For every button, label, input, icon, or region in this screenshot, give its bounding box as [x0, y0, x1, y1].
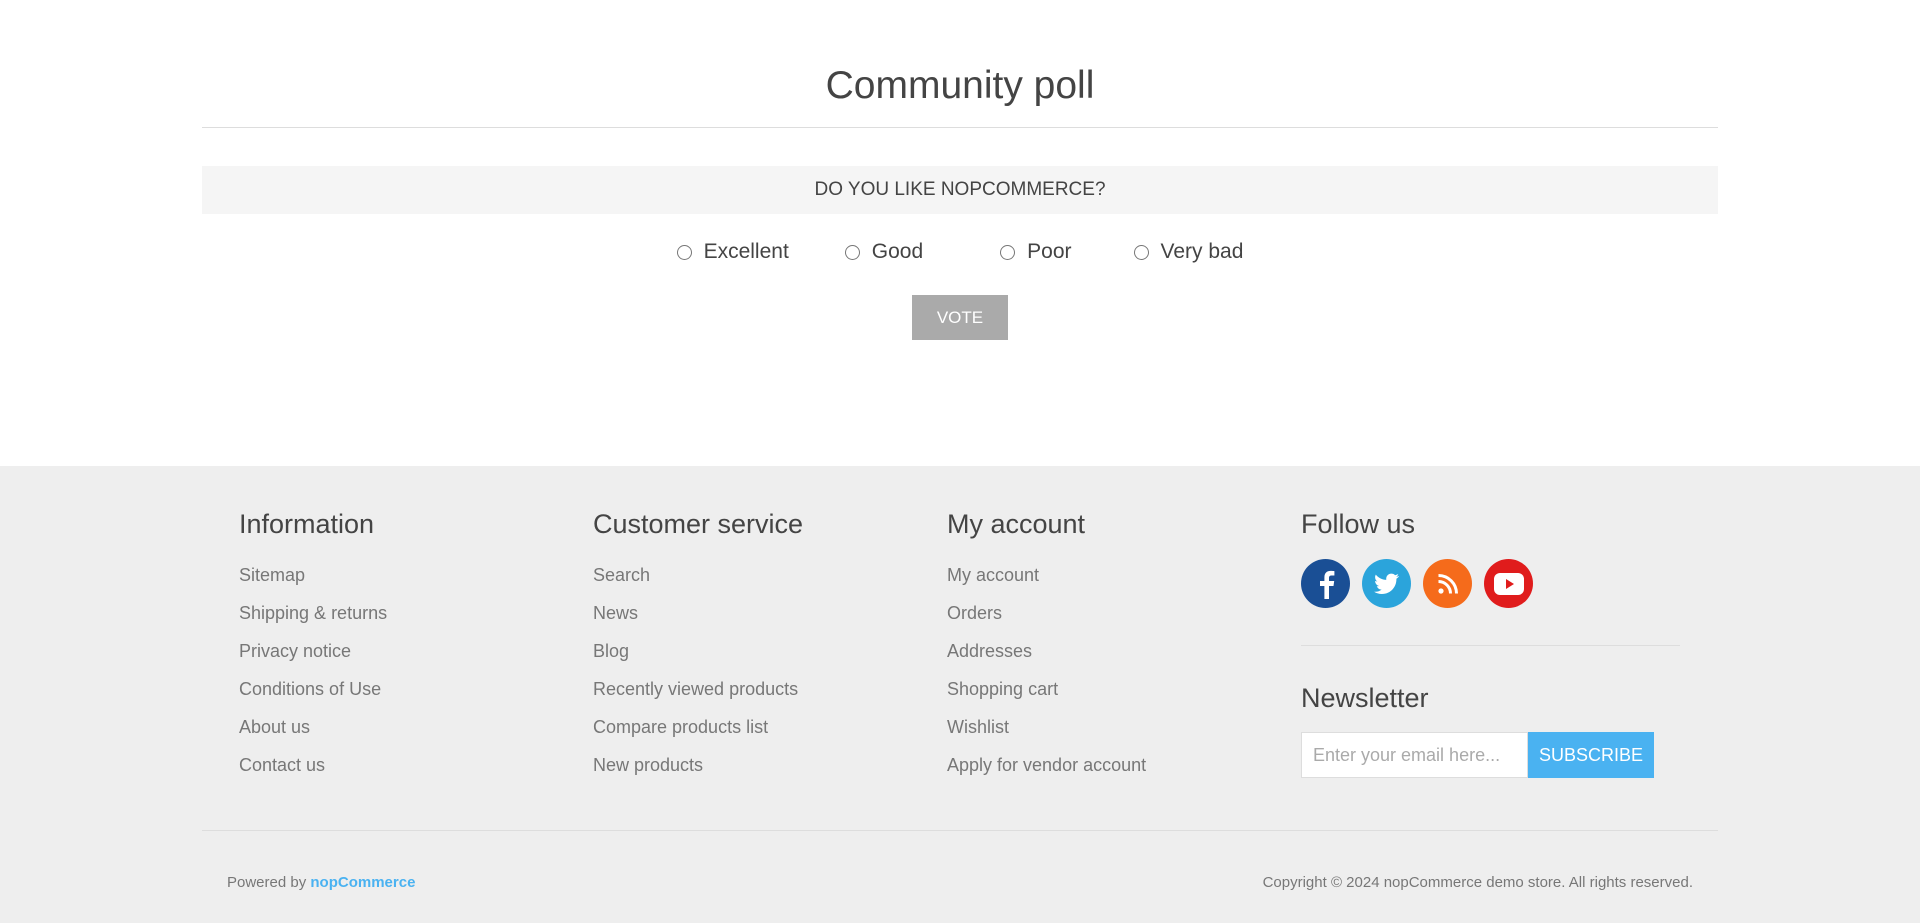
rss-icon[interactable]: [1423, 559, 1472, 608]
poll-answers: Excellent Good Poor Very bad: [0, 236, 1920, 268]
answer-label: Good: [871, 240, 924, 263]
footer-link-list: Sitemap Shipping & returns Privacy notic…: [239, 564, 387, 792]
page-title-wrapper: Community poll: [202, 56, 1718, 128]
footer-link-list: My account Orders Addresses Shopping car…: [947, 564, 1146, 792]
footer-link-blog[interactable]: Blog: [593, 640, 798, 678]
footer-link-shipping-returns[interactable]: Shipping & returns: [239, 602, 387, 640]
radio-button[interactable]: [844, 244, 860, 260]
poll-section: Community poll DO YOU LIKE NOPCOMMERCE? …: [0, 0, 1920, 466]
footer-link-compare-products[interactable]: Compare products list: [593, 716, 798, 754]
footer-divider: [202, 830, 1718, 831]
facebook-icon[interactable]: [1301, 559, 1350, 608]
radio-button[interactable]: [1000, 244, 1016, 260]
footer-heading: Follow us: [1301, 509, 1416, 539]
poll-answer-very-bad[interactable]: Very bad: [1133, 240, 1244, 264]
poll-question: DO YOU LIKE NOPCOMMERCE?: [202, 166, 1718, 214]
footer-link-conditions-of-use[interactable]: Conditions of Use: [239, 678, 387, 716]
footer-link-new-products[interactable]: New products: [593, 754, 798, 792]
newsletter-email-input[interactable]: [1301, 732, 1528, 778]
social-links: [1301, 559, 1545, 608]
powered-by-text: Powered by: [227, 874, 311, 891]
footer-heading: My account: [947, 509, 1086, 539]
vote-button[interactable]: VOTE: [912, 295, 1008, 340]
answer-label: Poor: [1027, 240, 1072, 263]
footer-heading: Information: [239, 509, 375, 539]
footer-link-wishlist[interactable]: Wishlist: [947, 716, 1146, 754]
footer-link-addresses[interactable]: Addresses: [947, 640, 1146, 678]
footer-link-contact-us[interactable]: Contact us: [239, 754, 387, 792]
radio-button[interactable]: [676, 244, 692, 260]
subscribe-button[interactable]: SUBSCRIBE: [1528, 732, 1654, 778]
poll-answer-excellent[interactable]: Excellent: [676, 240, 789, 264]
footer-link-orders[interactable]: Orders: [947, 602, 1146, 640]
footer-link-vendor-account[interactable]: Apply for vendor account: [947, 754, 1146, 792]
footer-link-news[interactable]: News: [593, 602, 798, 640]
footer-heading: Customer service: [593, 509, 804, 539]
divider: [1301, 645, 1680, 646]
footer-link-sitemap[interactable]: Sitemap: [239, 564, 387, 602]
footer: Information Sitemap Shipping & returns P…: [0, 466, 1920, 923]
radio-button[interactable]: [1133, 244, 1149, 260]
page: Community poll DO YOU LIKE NOPCOMMERCE? …: [0, 0, 1920, 923]
footer-link-list: Search News Blog Recently viewed product…: [593, 564, 798, 792]
footer-link-privacy-notice[interactable]: Privacy notice: [239, 640, 387, 678]
poll-answer-good[interactable]: Good: [844, 240, 924, 264]
footer-link-about-us[interactable]: About us: [239, 716, 387, 754]
powered-by: Powered by nopCommerce: [227, 874, 415, 891]
poll-answer-poor[interactable]: Poor: [1000, 240, 1072, 264]
nopcommerce-link[interactable]: nopCommerce: [310, 874, 415, 891]
newsletter-heading: Newsletter: [1301, 683, 1429, 713]
copyright-text: Copyright © 2024 nopCommerce demo store.…: [1262, 874, 1693, 891]
answer-label: Very bad: [1160, 240, 1244, 263]
youtube-icon[interactable]: [1484, 559, 1533, 608]
answer-label: Excellent: [703, 240, 789, 263]
footer-link-search[interactable]: Search: [593, 564, 798, 602]
footer-link-recently-viewed[interactable]: Recently viewed products: [593, 678, 798, 716]
twitter-icon[interactable]: [1362, 559, 1411, 608]
footer-link-shopping-cart[interactable]: Shopping cart: [947, 678, 1146, 716]
footer-link-my-account[interactable]: My account: [947, 564, 1146, 602]
page-title: Community poll: [825, 64, 1095, 107]
